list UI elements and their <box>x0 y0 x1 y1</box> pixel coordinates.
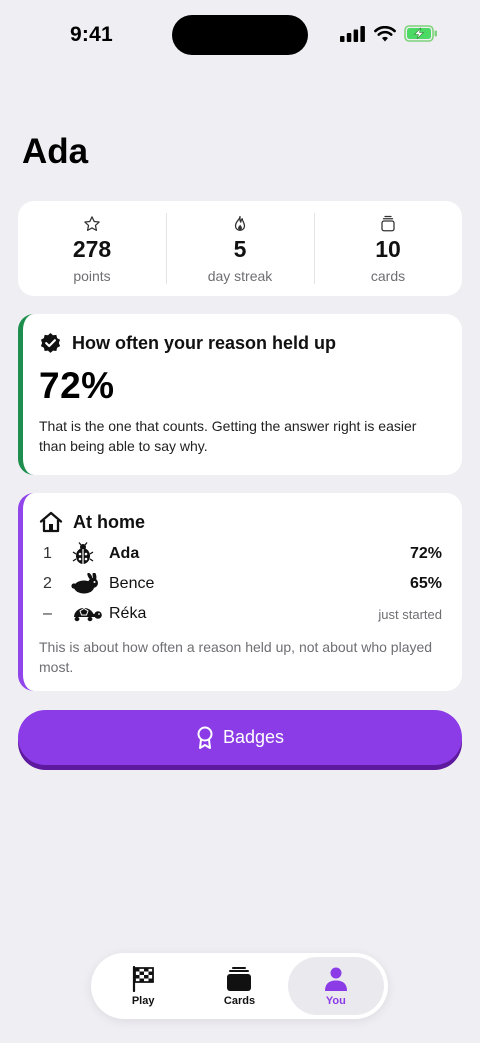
person-icon <box>324 967 347 991</box>
stat-label: points <box>73 268 111 284</box>
dynamic-island <box>172 15 308 55</box>
stat-cards: 10 cards <box>314 201 462 296</box>
reason-card: How often your reason held up 72% That i… <box>18 314 462 475</box>
tab-label: Cards <box>223 994 256 1007</box>
rank-list: 1 Ada 72% 2 Bence 65% – Réka just starte… <box>39 539 442 629</box>
rank-value: 65% <box>409 575 442 592</box>
rank-row: – Réka just started <box>39 599 442 629</box>
badges-button-label: Badges <box>222 727 285 747</box>
stat-label: day streak <box>207 268 273 284</box>
home-header: At home <box>39 511 442 533</box>
rank-name: Ada <box>109 545 140 562</box>
badges-button[interactable]: Badges <box>18 710 462 765</box>
rank-name: Réka <box>109 605 147 622</box>
stat-points: 278 points <box>18 201 166 296</box>
rank-value: 72% <box>409 545 442 562</box>
battery-charging-icon <box>404 25 437 42</box>
reason-percentage: 72% <box>39 365 115 406</box>
rank-row: 1 Ada 72% <box>39 539 442 569</box>
wifi-icon <box>374 25 396 41</box>
rank-position: 2 <box>43 575 52 592</box>
tab-bar: Play Cards You <box>91 953 388 1019</box>
stat-value: 10 <box>375 236 401 262</box>
status-icons <box>340 25 438 42</box>
rank-name: Bence <box>109 575 155 592</box>
home-title: At home <box>73 511 145 532</box>
house-icon <box>39 511 63 533</box>
stat-value: 278 <box>72 236 112 262</box>
status-bar: 9:41 <box>0 0 480 70</box>
star-icon <box>83 215 101 233</box>
rabbit-icon <box>71 573 105 595</box>
stat-value: 5 <box>233 236 247 262</box>
tab-play[interactable]: Play <box>95 957 191 1015</box>
cards-stack-icon <box>379 215 397 233</box>
verified-badge-icon <box>40 332 61 353</box>
ribbon-icon <box>197 726 213 749</box>
checkered-flag-icon <box>133 965 155 992</box>
page-title: Ada <box>22 132 89 171</box>
reason-title: How often your reason held up <box>72 333 337 353</box>
tab-you[interactable]: You <box>287 957 384 1015</box>
rank-row: 2 Bence 65% <box>39 569 442 599</box>
tab-label: Play <box>131 994 155 1007</box>
stat-streak: 5 day streak <box>166 201 314 296</box>
tab-label: You <box>325 994 346 1007</box>
stats-card: 278 points 5 day streak 10 cards <box>18 201 462 296</box>
home-card: At home 1 Ada 72% 2 Bence 65% – Réka jus… <box>18 493 462 691</box>
reason-description: That is the one that counts. Getting the… <box>39 418 417 454</box>
rank-status: just started <box>378 606 442 622</box>
tab-cards[interactable]: Cards <box>191 957 287 1015</box>
turtle-icon <box>71 604 105 624</box>
home-note: This is about how often a reason held up… <box>39 639 433 675</box>
rank-position: – <box>43 605 52 622</box>
rank-position: 1 <box>43 545 52 562</box>
ladybug-icon <box>71 542 105 566</box>
cards-icon <box>227 966 252 991</box>
cellular-signal-icon <box>340 25 365 42</box>
stat-label: cards <box>370 268 406 284</box>
status-time: 9:41 <box>70 23 113 46</box>
flame-icon <box>232 215 248 233</box>
reason-header: How often your reason held up <box>39 332 442 355</box>
